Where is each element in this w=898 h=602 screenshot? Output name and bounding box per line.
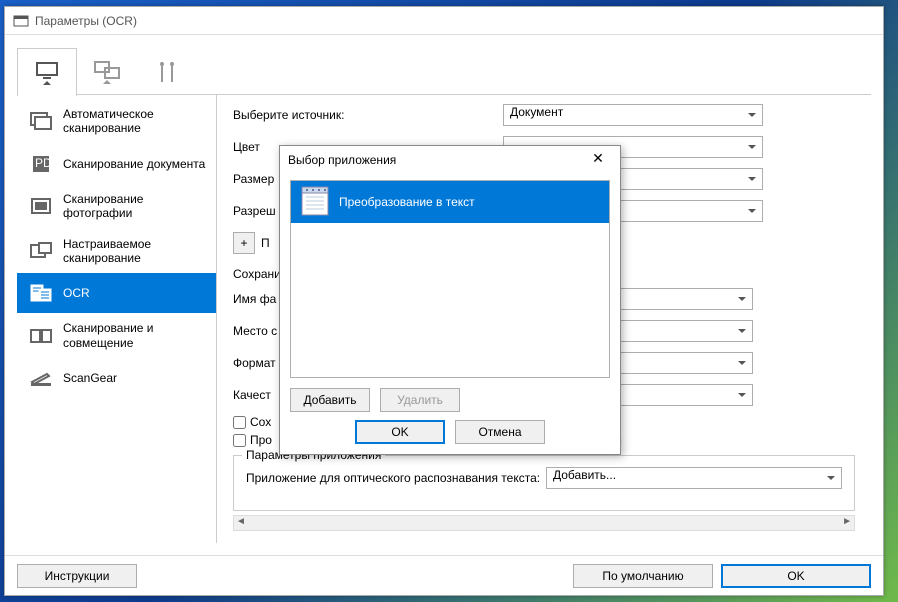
custom-scan-icon (27, 239, 55, 263)
sidebar-item-auto-scan[interactable]: Автоматическое сканирование (17, 99, 216, 144)
app-label: Приложение для оптического распознавания… (246, 471, 546, 485)
expand-button[interactable]: + (233, 232, 255, 254)
sidebar-item-label: Сканирование документа (63, 157, 205, 171)
sidebar: Автоматическое сканирование PDF Сканиров… (17, 95, 217, 543)
stitch-icon (27, 324, 55, 348)
close-icon[interactable]: ✕ (584, 150, 612, 170)
photo-scan-icon (27, 194, 55, 218)
tab-tools[interactable] (137, 47, 197, 95)
delete-button[interactable]: Удалить (380, 388, 460, 412)
titlebar[interactable]: Параметры (OCR) (5, 7, 883, 35)
app-fieldset: Параметры приложения Приложение для опти… (233, 455, 855, 511)
save-checkbox-label: Сох (250, 415, 271, 429)
app-list[interactable]: Преобразование в текст (290, 180, 610, 378)
document-scan-icon: PDF (27, 152, 55, 176)
top-tabs (17, 47, 871, 95)
source-value: Документ (510, 105, 563, 119)
tab-scan-from-device[interactable] (77, 47, 137, 95)
sidebar-item-label: OCR (63, 286, 90, 300)
source-label: Выберите источник: (233, 108, 503, 122)
instructions-button[interactable]: Инструкции (17, 564, 137, 588)
auto-scan-icon (27, 109, 55, 133)
sidebar-item-ocr[interactable]: OCR (17, 273, 216, 313)
save-subfolder-checkbox[interactable] (233, 416, 246, 429)
sidebar-item-label: Сканирование и совмещение (63, 321, 206, 350)
dialog-edit-row: Добавить Удалить (280, 384, 620, 416)
sidebar-item-scangear[interactable]: ScanGear (17, 358, 216, 398)
sidebar-item-label: ScanGear (63, 371, 117, 385)
app-list-item[interactable]: Преобразование в текст (291, 181, 609, 223)
window-title: Параметры (OCR) (35, 14, 137, 28)
tab-scan-from-pc[interactable] (17, 48, 77, 96)
bottom-bar: Инструкции По умолчанию OK (5, 555, 883, 595)
dialog-ok-button[interactable]: OK (355, 420, 445, 444)
app-list-item-label: Преобразование в текст (339, 195, 475, 209)
expand-label: П (261, 236, 270, 250)
dialog-cancel-button[interactable]: Отмена (455, 420, 545, 444)
dialog-titlebar[interactable]: Выбор приложения ✕ (280, 146, 620, 174)
sidebar-item-custom-scan[interactable]: Настраиваемое сканирование (17, 229, 216, 274)
sidebar-item-document-scan[interactable]: PDF Сканирование документа (17, 144, 216, 184)
dialog-action-row: OK Отмена (280, 416, 620, 454)
horizontal-scrollbar[interactable] (233, 515, 855, 531)
ocr-icon (27, 281, 55, 305)
sidebar-item-stitch[interactable]: Сканирование и совмещение (17, 313, 216, 358)
svg-text:PDF: PDF (35, 156, 53, 170)
add-button[interactable]: Добавить (290, 388, 370, 412)
scangear-icon (27, 366, 55, 390)
dialog-title: Выбор приложения (288, 153, 396, 167)
notepad-icon (297, 184, 333, 220)
sidebar-item-label: Автоматическое сканирование (63, 107, 206, 136)
sidebar-item-photo-scan[interactable]: Сканирование фотографии (17, 184, 216, 229)
check-results-checkbox[interactable] (233, 434, 246, 447)
app-select[interactable]: Добавить... (546, 467, 842, 489)
app-value: Добавить... (553, 468, 616, 482)
source-select[interactable]: Документ (503, 104, 763, 126)
defaults-button[interactable]: По умолчанию (573, 564, 713, 588)
sidebar-item-label: Сканирование фотографии (63, 192, 206, 221)
select-app-dialog: Выбор приложения ✕ Преобразование в текс… (279, 145, 621, 455)
sidebar-item-label: Настраиваемое сканирование (63, 237, 206, 266)
app-icon (13, 13, 29, 29)
check-prefix: Про (250, 433, 272, 447)
ok-button[interactable]: OK (721, 564, 871, 588)
